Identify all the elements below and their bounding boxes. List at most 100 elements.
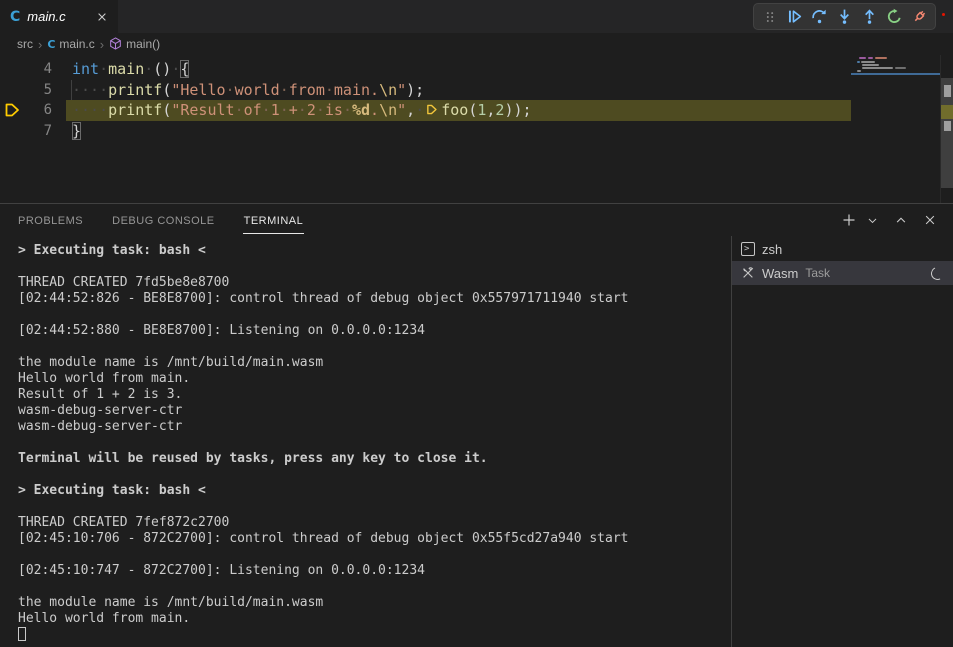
debug-continue-button[interactable] <box>782 4 807 29</box>
chevron-up-icon <box>895 214 907 226</box>
debug-step-over-button[interactable] <box>807 4 832 29</box>
vscode-window: C main.c <box>0 0 953 647</box>
debug-current-line-arrow-icon <box>4 102 20 122</box>
terminal-line: [02:45:10:747 - 872C2700]: Listening on … <box>18 563 731 579</box>
tools-icon <box>741 266 755 280</box>
terminal-line <box>18 435 731 451</box>
code-text: int·main·()·{ <box>52 60 189 78</box>
code-text: ····printf("Result·of·1·+·2·is·%d.\n",·f… <box>52 101 532 119</box>
step-out-icon <box>861 8 878 25</box>
terminal-line: THREAD CREATED 7fef872c2700 <box>18 515 731 531</box>
code-line-6[interactable]: 6····printf("Result·of·1·+·2·is·%d.\n",·… <box>0 100 953 121</box>
panel-tab-terminal[interactable]: TERMINAL <box>243 207 305 234</box>
terminal-line: THREAD CREATED 7fd5be8e8700 <box>18 275 731 291</box>
terminal-line <box>18 339 731 355</box>
line-number[interactable]: 5 <box>0 82 52 98</box>
gripper-icon <box>763 10 777 24</box>
terminal-dropdown-button[interactable] <box>862 210 882 230</box>
terminal-output[interactable]: > Executing task: bash < THREAD CREATED 7… <box>0 236 731 647</box>
maximize-panel-button[interactable] <box>891 210 911 230</box>
terminal-line <box>18 579 731 595</box>
tab-label: main.c <box>27 9 65 24</box>
terminal-line: the module name is /mnt/build/main.wasm <box>18 355 731 371</box>
code-text: } <box>52 122 81 140</box>
breadcrumb-separator: › <box>98 37 106 52</box>
inline-run-to-icon <box>424 101 441 119</box>
terminal-line: Hello world from main. <box>18 611 731 627</box>
panel-actions <box>839 204 940 236</box>
breadcrumb-label: main() <box>126 37 160 51</box>
terminal-line: > Executing task: bash < <box>18 243 731 259</box>
terminal-tabs-list: > zsh Wasm Task <box>731 236 953 647</box>
symbol-method-icon <box>109 37 122 51</box>
code-lines: 4int·main·()·{5····printf("Hello·world·f… <box>0 59 953 141</box>
terminal-tab-label: Wasm <box>762 266 798 281</box>
close-tab-icon[interactable] <box>96 11 108 23</box>
breadcrumb-item-main[interactable]: main() <box>109 37 160 51</box>
breadcrumb: src›Cmain.c›main() <box>0 33 953 55</box>
breadcrumb-separator: › <box>36 37 44 52</box>
restart-icon <box>886 8 903 25</box>
terminal-tab-description: Task <box>805 266 830 280</box>
new-terminal-button[interactable] <box>839 210 859 230</box>
code-editor[interactable]: 4int·main·()·{5····printf("Hello·world·f… <box>0 55 953 203</box>
editor-scrollbar[interactable] <box>940 55 953 203</box>
terminal-line: Hello world from main. <box>18 371 731 387</box>
debug-toolbar <box>753 3 936 30</box>
terminal-line <box>18 467 731 483</box>
debug-step-into-button[interactable] <box>832 4 857 29</box>
step-over-icon <box>811 8 828 25</box>
terminal-line: wasm-debug-server-ctr <box>18 403 731 419</box>
terminal-line <box>18 259 731 275</box>
terminal-line <box>18 627 731 643</box>
bottom-panel: PROBLEMS DEBUG CONSOLE TERMINAL > Executin… <box>0 203 953 647</box>
terminal-line: wasm-debug-server-ctr <box>18 419 731 435</box>
continue-icon <box>786 8 803 25</box>
line-number[interactable]: 7 <box>0 123 52 139</box>
task-spinner-icon <box>929 265 946 282</box>
terminal-line <box>18 307 731 323</box>
terminal-line: [02:44:52:826 - BE8E8700]: control threa… <box>18 291 731 307</box>
terminal-tab-zsh[interactable]: > zsh <box>732 237 953 261</box>
terminal-line: Terminal will be reused by tasks, press … <box>18 451 731 467</box>
terminal-cursor <box>18 627 26 641</box>
debug-restart-button[interactable] <box>882 4 907 29</box>
minimap[interactable] <box>851 55 940 203</box>
disconnect-icon <box>911 8 928 25</box>
code-line-5[interactable]: 5····printf("Hello·world·from·main.\n"); <box>0 80 953 101</box>
close-panel-button[interactable] <box>920 210 940 230</box>
code-line-4[interactable]: 4int·main·()·{ <box>0 59 953 80</box>
tab-bar: C main.c <box>0 0 953 33</box>
c-language-icon: C <box>10 9 20 25</box>
terminal-line: [02:45:10:706 - 872C2700]: control threa… <box>18 531 731 547</box>
code-line-7[interactable]: 7} <box>0 121 953 142</box>
notification-dot <box>942 13 945 16</box>
close-icon <box>924 214 936 226</box>
terminal-line: > Executing task: bash < <box>18 483 731 499</box>
toolbar-gripper[interactable] <box>757 4 782 29</box>
debug-disconnect-button[interactable] <box>907 4 932 29</box>
terminal-line <box>18 499 731 515</box>
step-into-icon <box>836 8 853 25</box>
debug-step-out-button[interactable] <box>857 4 882 29</box>
terminal-tab-wasm[interactable]: Wasm Task <box>732 261 953 285</box>
breadcrumb-item-mainc[interactable]: Cmain.c <box>47 37 94 51</box>
panel-tab-problems[interactable]: PROBLEMS <box>17 207 84 234</box>
minimap-visible-region <box>851 73 940 75</box>
breadcrumb-label: src <box>17 37 33 51</box>
c-language-icon: C <box>47 38 55 51</box>
panel-tabs: PROBLEMS DEBUG CONSOLE TERMINAL <box>17 207 304 234</box>
breadcrumb-item-src[interactable]: src <box>17 37 33 51</box>
plus-icon <box>842 213 856 227</box>
panel-tab-debug-console[interactable]: DEBUG CONSOLE <box>111 207 215 234</box>
panel-header: PROBLEMS DEBUG CONSOLE TERMINAL <box>0 204 953 236</box>
terminal-line: [02:44:52:880 - BE8E8700]: Listening on … <box>18 323 731 339</box>
terminal-line: the module name is /mnt/build/main.wasm <box>18 595 731 611</box>
terminal-tab-label: zsh <box>762 242 782 257</box>
line-number[interactable]: 4 <box>0 61 52 77</box>
tab-main-c[interactable]: C main.c <box>0 0 118 33</box>
breadcrumb-label: main.c <box>59 37 94 51</box>
terminal-icon: > <box>741 242 755 256</box>
code-text: ····printf("Hello·world·from·main.\n"); <box>52 81 424 99</box>
terminal-line <box>18 547 731 563</box>
